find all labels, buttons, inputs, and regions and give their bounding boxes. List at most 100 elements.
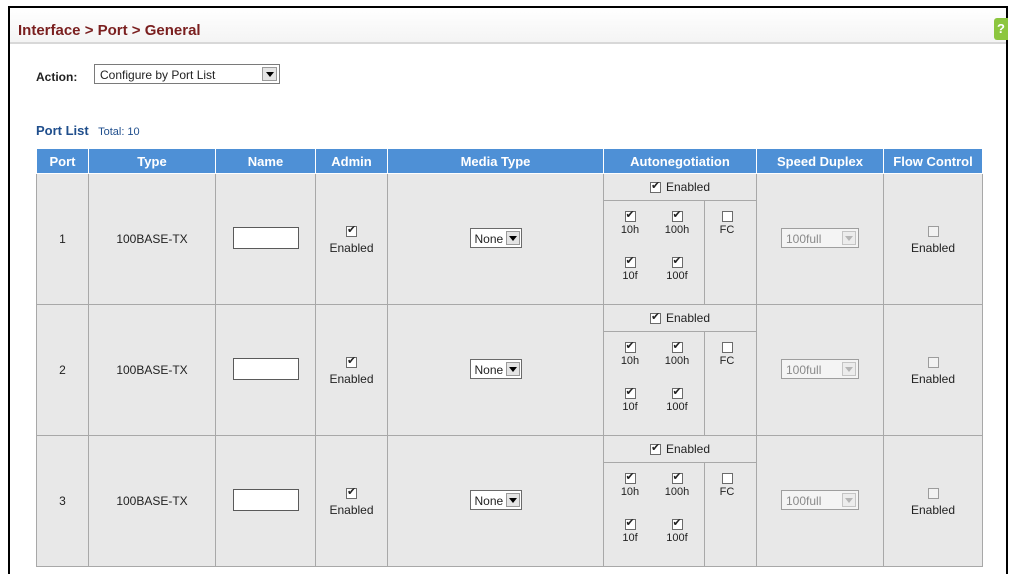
- admin-cell: Enabled: [315, 173, 388, 305]
- autoneg-checkbox[interactable]: [649, 180, 661, 193]
- cap-100h-checkbox[interactable]: [671, 340, 683, 353]
- capabilities-grid: 10h 100h FC 10f 100f: [604, 463, 756, 566]
- autoneg-checkbox[interactable]: [649, 311, 661, 324]
- port-cell: 3: [36, 435, 89, 567]
- cap-10h-checkbox[interactable]: [624, 209, 636, 222]
- action-label: Action:: [36, 70, 78, 84]
- media-type-value: None: [474, 493, 504, 508]
- admin-label: Enabled: [329, 240, 374, 255]
- autoneg-label: Enabled: [665, 442, 711, 456]
- cap-10f-label: 10f: [622, 532, 638, 544]
- flow-control-label: Enabled: [910, 371, 956, 386]
- action-select[interactable]: Configure by Port List: [94, 64, 280, 84]
- port-list-header: Port List Total: 10: [36, 123, 140, 138]
- port-list-total: Total: 10: [98, 126, 140, 138]
- media-type-select[interactable]: None: [469, 227, 522, 248]
- speed-duplex-cell: 100full: [756, 304, 884, 436]
- help-icon[interactable]: ?: [994, 18, 1008, 40]
- flow-control-cell: Enabled: [883, 435, 983, 567]
- cap-10h-checkbox[interactable]: [624, 471, 636, 484]
- cap-100f-checkbox[interactable]: [671, 255, 683, 268]
- speed-duplex-value: 100full: [786, 231, 822, 246]
- cap-fc: FC: [704, 341, 750, 367]
- cap-10h: 10h: [607, 209, 653, 236]
- speed-duplex-cell: 100full: [756, 435, 884, 567]
- cap-10f: 10f: [607, 517, 653, 544]
- cap-10f-checkbox[interactable]: [624, 386, 636, 399]
- cap-10f-checkbox[interactable]: [624, 255, 636, 268]
- cap-100h: 100h: [654, 209, 700, 236]
- flow-control-checkbox[interactable]: [927, 487, 939, 499]
- cap-10f-checkbox[interactable]: [624, 517, 636, 530]
- autoneg-label: Enabled: [665, 311, 711, 325]
- capabilities-grid: 10h 100h FC 10f 100f: [604, 201, 756, 304]
- table-row: 2 100BASE-TX Enabled None Enabled 10h: [36, 304, 983, 436]
- port-type: 100BASE-TX: [116, 232, 188, 246]
- autonegotiation-cell: Enabled 10h 100h FC 10f: [603, 304, 757, 436]
- chevron-down-icon[interactable]: [262, 67, 277, 81]
- cap-100f-label: 100f: [666, 401, 688, 413]
- chevron-down-icon: [842, 230, 856, 245]
- name-cell: [215, 173, 316, 305]
- media-type-cell: None: [387, 304, 604, 436]
- speed-duplex-select: 100full: [781, 358, 859, 379]
- chevron-down-icon[interactable]: [505, 492, 520, 507]
- admin-checkbox[interactable]: [346, 486, 357, 499]
- media-type-select[interactable]: None: [469, 489, 522, 510]
- cap-100h-checkbox[interactable]: [671, 209, 683, 222]
- cap-fc-checkbox[interactable]: [721, 472, 733, 484]
- col-autonegotiation: Autonegotiation: [603, 148, 757, 174]
- cap-10f: 10f: [607, 386, 653, 413]
- main-panel: Interface > Port > General ? Action: Con…: [8, 6, 1008, 574]
- cap-100h: 100h: [654, 471, 700, 498]
- chevron-down-icon[interactable]: [505, 230, 520, 245]
- cap-fc-checkbox[interactable]: [721, 210, 733, 222]
- flow-control-cell: Enabled: [883, 304, 983, 436]
- media-type-value: None: [474, 231, 504, 246]
- name-cell: [215, 435, 316, 567]
- type-cell: 100BASE-TX: [88, 304, 216, 436]
- port-list-title: Port List: [36, 123, 89, 138]
- name-input[interactable]: [232, 226, 299, 249]
- flow-control-checkbox[interactable]: [927, 356, 939, 368]
- cap-fc: FC: [704, 210, 750, 236]
- cap-10h-checkbox[interactable]: [624, 340, 636, 353]
- admin-checkbox[interactable]: [346, 224, 357, 237]
- col-type: Type: [88, 148, 216, 174]
- col-name: Name: [215, 148, 316, 174]
- chevron-down-icon: [842, 361, 856, 376]
- autoneg-enable: Enabled: [604, 436, 756, 463]
- flow-control-checkbox[interactable]: [927, 225, 939, 237]
- name-input[interactable]: [232, 488, 299, 511]
- cap-100h-label: 100h: [664, 224, 690, 236]
- speed-duplex-select: 100full: [781, 489, 859, 510]
- media-type-select[interactable]: None: [469, 358, 522, 379]
- admin-checkbox[interactable]: [346, 355, 357, 368]
- speed-duplex-cell: 100full: [756, 173, 884, 305]
- speed-duplex-select: 100full: [781, 227, 859, 248]
- type-cell: 100BASE-TX: [88, 173, 216, 305]
- chevron-down-icon[interactable]: [505, 361, 520, 376]
- cap-10h: 10h: [607, 471, 653, 498]
- cap-100f-label: 100f: [666, 532, 688, 544]
- col-admin: Admin: [315, 148, 388, 174]
- cap-100f-checkbox[interactable]: [671, 386, 683, 399]
- col-port: Port: [36, 148, 89, 174]
- title-bar: Interface > Port > General ?: [10, 8, 1008, 44]
- capabilities-grid: 10h 100h FC 10f 100f: [604, 332, 756, 435]
- cap-100h: 100h: [654, 340, 700, 367]
- cap-100f-checkbox[interactable]: [671, 517, 683, 530]
- port-number: 2: [59, 363, 66, 377]
- cap-100h-checkbox[interactable]: [671, 471, 683, 484]
- cap-100f-label: 100f: [666, 270, 688, 282]
- autoneg-checkbox[interactable]: [649, 442, 661, 455]
- cap-fc-checkbox[interactable]: [721, 341, 733, 353]
- autoneg-enable: Enabled: [604, 305, 756, 332]
- cap-10h-label: 10h: [620, 355, 640, 367]
- flow-control-label: Enabled: [910, 502, 956, 517]
- table-header-row: Port Type Name Admin Media Type Autonego…: [36, 148, 983, 174]
- name-input[interactable]: [232, 357, 299, 380]
- port-number: 3: [59, 494, 66, 508]
- cap-fc-label: FC: [719, 355, 735, 367]
- speed-duplex-value: 100full: [786, 493, 822, 508]
